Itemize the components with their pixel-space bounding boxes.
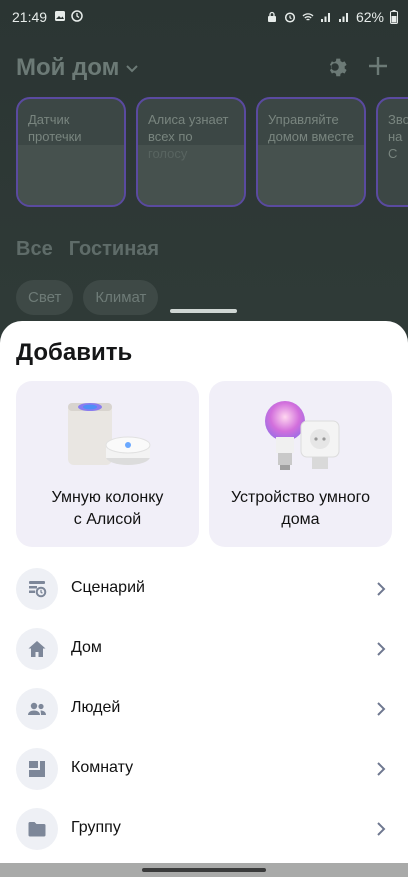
chevron-down-icon xyxy=(126,65,139,73)
plus-icon[interactable] xyxy=(366,54,390,78)
signal-icon-1 xyxy=(320,13,330,22)
story-text: Управляйте домом вместе xyxy=(268,112,354,144)
menu-item-people[interactable]: Людей xyxy=(0,679,408,739)
story-card[interactable]: Алиса узнает всех по голосу xyxy=(136,97,246,207)
signal-icon-2 xyxy=(338,13,348,22)
add-device-card[interactable]: Устройство умного дома xyxy=(209,381,392,547)
story-card[interactable]: Датчик протечки xyxy=(16,97,126,207)
story-image xyxy=(258,145,364,205)
story-image xyxy=(18,145,124,205)
add-bottom-sheet: Добавить Умную колонку с Алисой Устройст… xyxy=(0,321,408,877)
filter-chips: Свет Климат xyxy=(16,280,159,315)
add-menu-list: Сценарий Дом Людей Комнату Группу xyxy=(0,559,408,859)
menu-label-home: Дом xyxy=(71,639,102,656)
chevron-right-icon xyxy=(377,822,386,836)
sheet-drag-handle[interactable] xyxy=(170,309,237,313)
add-speaker-card[interactable]: Умную колонку с Алисой xyxy=(16,381,199,547)
story-card[interactable]: Зво на С xyxy=(376,97,408,207)
home-gesture-pill[interactable] xyxy=(142,868,266,872)
smart-speaker-image xyxy=(68,403,151,465)
add-cards: Умную колонку с Алисой Устройство умного… xyxy=(16,381,392,547)
menu-item-home[interactable]: Дом xyxy=(0,619,408,679)
device-card-label: Устройство умного дома xyxy=(230,489,371,528)
system-navigation-bar xyxy=(0,863,408,877)
status-time: 21:49 xyxy=(12,9,48,25)
status-bar: 21:49 62% xyxy=(0,0,408,36)
tab-living-room[interactable]: Гостиная xyxy=(69,238,159,261)
menu-label-people: Людей xyxy=(71,699,121,716)
room-tabs: Все Гостиная xyxy=(16,238,159,261)
chip-light[interactable]: Свет xyxy=(16,280,74,315)
gallery-notification-icon xyxy=(55,11,65,21)
house-icon xyxy=(16,628,58,670)
story-text: Зво на С xyxy=(388,112,408,161)
wifi-icon xyxy=(302,13,314,21)
smart-device-image xyxy=(265,401,340,470)
story-card[interactable]: Управляйте домом вместе xyxy=(256,97,366,207)
menu-item-room[interactable]: Комнату xyxy=(0,739,408,799)
scenario-icon xyxy=(16,568,58,610)
home-title: Мой дом xyxy=(16,54,120,81)
menu-label-group: Группу xyxy=(71,819,121,836)
gear-icon[interactable] xyxy=(322,54,348,80)
chevron-right-icon xyxy=(377,582,386,596)
lock-status-icon xyxy=(267,11,276,22)
chevron-right-icon xyxy=(377,702,386,716)
menu-item-group[interactable]: Группу xyxy=(0,799,408,859)
menu-label-scenario: Сценарий xyxy=(71,579,145,596)
speaker-card-label: Умную колонку с Алисой xyxy=(51,489,164,528)
home-title-dropdown[interactable]: Мой дом xyxy=(16,54,139,82)
stories-carousel: Датчик протечки Алиса узнает всех по гол… xyxy=(16,97,408,207)
people-icon xyxy=(16,688,58,730)
sheet-title: Добавить xyxy=(16,339,133,366)
chevron-right-icon xyxy=(377,762,386,776)
tab-all[interactable]: Все xyxy=(16,238,53,261)
folder-icon xyxy=(16,808,58,850)
story-text: Датчик протечки xyxy=(28,112,82,144)
story-image xyxy=(138,145,244,205)
battery-percent: 62% xyxy=(355,9,384,25)
battery-icon xyxy=(390,10,398,24)
alarm-status-icon xyxy=(284,12,296,23)
menu-label-room: Комнату xyxy=(71,759,134,776)
menu-item-scenario[interactable]: Сценарий xyxy=(0,559,408,619)
chip-climate[interactable]: Климат xyxy=(83,280,159,315)
room-icon xyxy=(16,748,58,790)
clock-notification-icon xyxy=(71,10,83,22)
chevron-right-icon xyxy=(377,642,386,656)
